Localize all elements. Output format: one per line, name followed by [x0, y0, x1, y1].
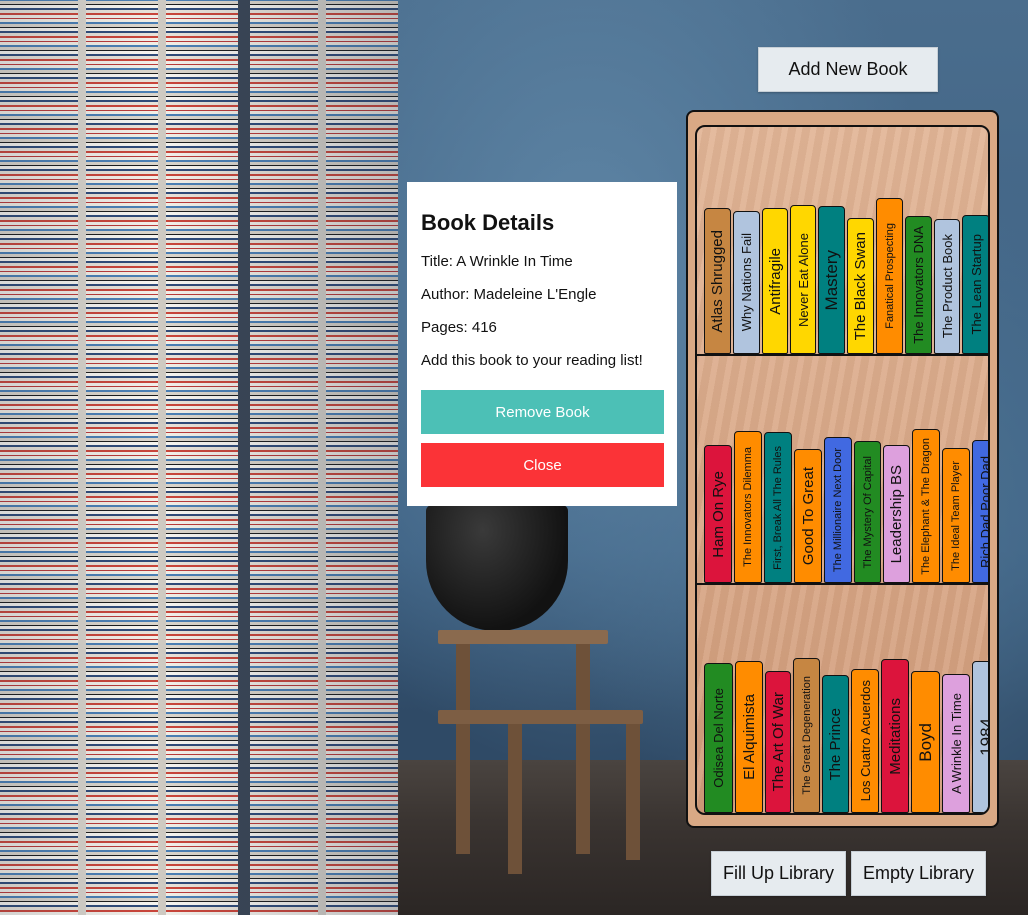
book-spine-title: The Black Swan — [852, 231, 869, 341]
book-spine-title: The Millionaire Next Door — [832, 447, 844, 573]
book-spine-title: The Lean Startup — [968, 234, 984, 335]
book-spine-title: Mastery — [821, 249, 841, 311]
book-spine-title: Meditations — [886, 697, 904, 775]
book-spine-title: The Product Book — [939, 234, 955, 339]
stool-leg — [626, 724, 640, 860]
book-spine-title: The Art Of War — [769, 692, 787, 792]
book-spine-title: The Great Degeneration — [800, 676, 813, 795]
book-spine[interactable]: The Black Swan — [847, 218, 874, 354]
stool-step — [438, 710, 643, 724]
stool-leg — [576, 644, 590, 854]
bookcase-shelves: Atlas Shrugged Why Nations Fail Antifragil… — [695, 125, 990, 815]
book-spine[interactable]: The Millionaire Next Door — [824, 437, 852, 583]
book-spine[interactable]: Rich Dad Poor Dad — [972, 440, 990, 583]
book-spine[interactable]: Good To Great — [794, 449, 822, 583]
book-spine[interactable]: El Alquimista — [735, 661, 763, 813]
stool-leg — [456, 644, 470, 854]
book-spine[interactable]: Boyd — [911, 671, 940, 813]
book-pages-text: Pages: 416 — [421, 319, 497, 336]
book-spine-title: Boyd — [915, 722, 935, 762]
book-spine-title: Good To Great — [799, 466, 817, 566]
book-spine[interactable]: Odisea Del Norte — [704, 663, 733, 813]
book-spine-title: Why Nations Fail — [739, 233, 754, 332]
book-spine-title: Leadership BS — [888, 464, 905, 564]
stool-leg — [508, 724, 522, 874]
book-spine-title: Ham On Rye — [709, 470, 727, 558]
book-spine[interactable]: Antifragile — [762, 208, 788, 354]
empty-library-button[interactable]: Empty Library — [851, 851, 986, 896]
book-spine-title: 1984 — [977, 718, 990, 756]
book-spine[interactable]: The Innovators DNA — [905, 216, 932, 354]
book-spine-title: The Mystery Of Capital — [861, 455, 874, 569]
book-spine[interactable]: Ham On Rye — [704, 445, 732, 583]
book-spine[interactable]: 1984 — [972, 661, 990, 813]
book-spine-title: El Alquimista — [740, 694, 758, 780]
stool-top — [438, 630, 608, 644]
book-spine-title: Atlas Shrugged — [709, 229, 726, 333]
close-button[interactable]: Close — [421, 443, 664, 487]
book-spine[interactable]: The Innovators Dilemma — [734, 431, 762, 583]
book-spine-title: Rich Dad Poor Dad — [978, 455, 990, 568]
book-spine-title: A Wrinkle In Time — [948, 693, 964, 794]
book-spine-title: Fanatical Prospecting — [883, 223, 896, 329]
shelf-bottom: Odisea Del Norte El Alquimista The Art Of … — [697, 585, 988, 813]
book-spine[interactable]: Never Eat Alone — [790, 205, 816, 354]
book-spine[interactable]: First, Break All The Rules — [764, 432, 792, 583]
book-title-text: Title: A Wrinkle In Time — [421, 253, 573, 270]
fill-up-library-button[interactable]: Fill Up Library — [711, 851, 846, 896]
book-spine-title: The Elephant & The Dragon — [920, 437, 932, 575]
book-spine-title: Antifragile — [766, 247, 784, 315]
reading-list-message: Add this book to your reading list! — [421, 352, 643, 369]
book-spine[interactable]: Why Nations Fail — [733, 211, 760, 354]
shelf-middle: Ham On Rye The Innovators Dilemma First, B… — [697, 356, 988, 585]
modal-title: Book Details — [421, 210, 555, 235]
shelf-top: Atlas Shrugged Why Nations Fail Antifragil… — [697, 127, 988, 356]
add-new-book-button[interactable]: Add New Book — [758, 47, 938, 92]
bookcase: Atlas Shrugged Why Nations Fail Antifragil… — [686, 110, 999, 828]
background-photo-bookshelves — [0, 0, 398, 915]
book-spine[interactable]: The Product Book — [934, 219, 960, 354]
book-spine[interactable]: The Lean Startup — [962, 215, 988, 354]
book-spine[interactable]: The Prince — [822, 675, 849, 813]
book-spine-title: Never Eat Alone — [795, 232, 811, 327]
book-spine[interactable]: The Art Of War — [765, 671, 791, 813]
book-spine[interactable]: The Great Degeneration — [793, 658, 820, 813]
book-spine[interactable]: Mastery — [818, 206, 845, 354]
book-spine-title: First, Break All The Rules — [772, 445, 784, 570]
book-spine[interactable]: The Mystery Of Capital — [854, 441, 881, 583]
book-spine[interactable]: Leadership BS — [883, 445, 910, 583]
remove-book-button[interactable]: Remove Book — [421, 390, 664, 434]
book-spine[interactable]: Meditations — [881, 659, 909, 813]
book-spine[interactable]: Los Cuatro Acuerdos — [851, 669, 879, 813]
book-details-modal: Book Details Title: A Wrinkle In Time Au… — [407, 182, 677, 506]
book-spine[interactable]: The Elephant & The Dragon — [912, 429, 940, 583]
book-spine[interactable]: The Ideal Team Player — [942, 448, 970, 583]
book-spine-title: Los Cuatro Acuerdos — [857, 680, 873, 802]
book-spine-title: The Prince — [827, 707, 844, 781]
plant-pot — [426, 505, 568, 631]
book-spine[interactable]: Fanatical Prospecting — [876, 198, 903, 354]
book-spine-title: The Innovators Dilemma — [742, 447, 754, 567]
book-spine-title: The Ideal Team Player — [950, 460, 962, 571]
book-spine[interactable]: A Wrinkle In Time — [942, 674, 970, 813]
book-spine-title: Odisea Del Norte — [711, 688, 726, 788]
book-spine[interactable]: Atlas Shrugged — [704, 208, 731, 354]
book-author-text: Author: Madeleine L'Engle — [421, 286, 597, 303]
book-spine-title: The Innovators DNA — [911, 226, 926, 344]
